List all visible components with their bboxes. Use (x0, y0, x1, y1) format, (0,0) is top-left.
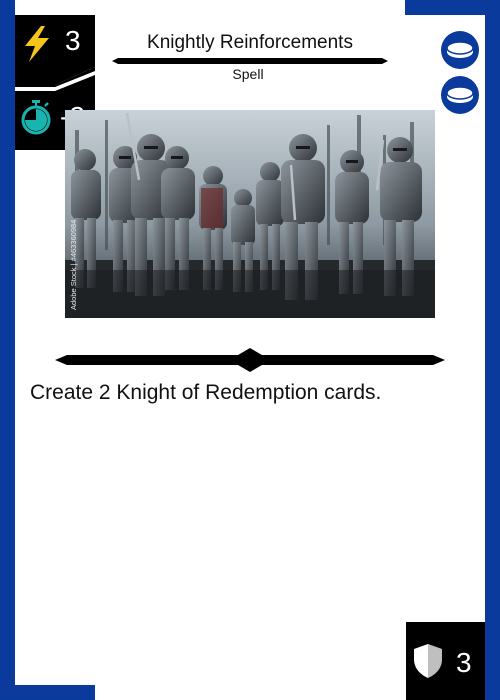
card-rules-text: Create 2 Knight of Redemption cards. (30, 381, 382, 404)
lightning-bolt-icon (25, 26, 49, 62)
title-underline (112, 58, 388, 64)
card-frame-top-right (405, 0, 500, 15)
energy-cost-value: 3 (65, 25, 81, 56)
art-watermark: Adobe Stock | #463360984 (69, 220, 78, 310)
shield-panel: 3 (406, 622, 485, 700)
card-type-line: Spell (232, 66, 264, 82)
card-art: Adobe Stock | #463360984 (65, 110, 435, 318)
ornamental-divider (55, 348, 445, 372)
card-frame-right (485, 0, 500, 700)
coin-token-icon[interactable] (441, 31, 479, 69)
coin-token-icon[interactable] (441, 76, 479, 114)
knights-illustration: Adobe Stock | #463360984 (65, 110, 435, 318)
stopwatch-icon (21, 100, 51, 135)
shield-value: 3 (456, 647, 472, 678)
card-frame-left (0, 0, 15, 700)
card-title: Knightly Reinforcements (147, 32, 353, 53)
shield-icon (414, 644, 442, 678)
card-frame-bottom-left (0, 685, 95, 700)
